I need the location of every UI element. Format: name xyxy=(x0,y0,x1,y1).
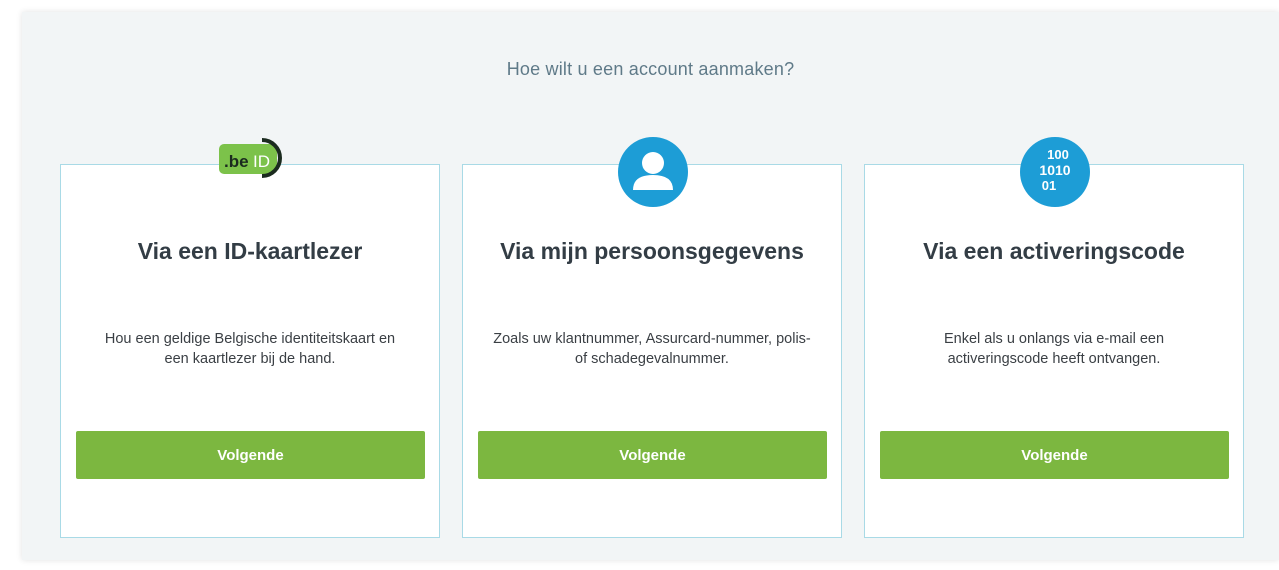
next-button-id-reader[interactable]: Volgende xyxy=(76,431,425,479)
page-heading: Hoe wilt u een account aanmaken? xyxy=(506,59,795,79)
svg-text:ID: ID xyxy=(253,152,270,171)
card-title: Via een ID-kaartlezer xyxy=(137,238,363,264)
svg-text:01: 01 xyxy=(1042,178,1056,193)
card-activation-code: 100 1010 01 Via een activeringscode Enke… xyxy=(864,137,1244,538)
card-title: Via mijn persoonsgegevens xyxy=(500,238,804,264)
svg-text:1010: 1010 xyxy=(1039,162,1070,178)
next-button-personal-data[interactable]: Volgende xyxy=(478,431,827,479)
svg-text:.be: .be xyxy=(224,152,249,171)
account-options-panel: Hoe wilt u een account aanmaken? .be ID … xyxy=(22,12,1279,560)
card-title: Via een activeringscode xyxy=(923,238,1185,264)
card-personal-data: Via mijn persoonsgegevens Zoals uw klant… xyxy=(462,137,842,538)
beid-logo-icon: .be ID xyxy=(219,138,282,178)
card-description: Enkel als u onlangs via e-mail een activ… xyxy=(943,331,1165,367)
svg-text:100: 100 xyxy=(1047,147,1069,162)
binary-code-icon: 100 1010 01 xyxy=(1020,137,1090,207)
person-icon xyxy=(618,137,688,207)
card-description: Zoals uw klantnummer, Assurcard-nummer, … xyxy=(493,331,811,367)
card-description: Hou een geldige Belgische identiteitskaa… xyxy=(104,331,396,367)
card-id-reader: .be ID Via een ID-kaartlezer Hou een gel… xyxy=(60,138,440,538)
next-button-activation-code[interactable]: Volgende xyxy=(880,431,1229,479)
